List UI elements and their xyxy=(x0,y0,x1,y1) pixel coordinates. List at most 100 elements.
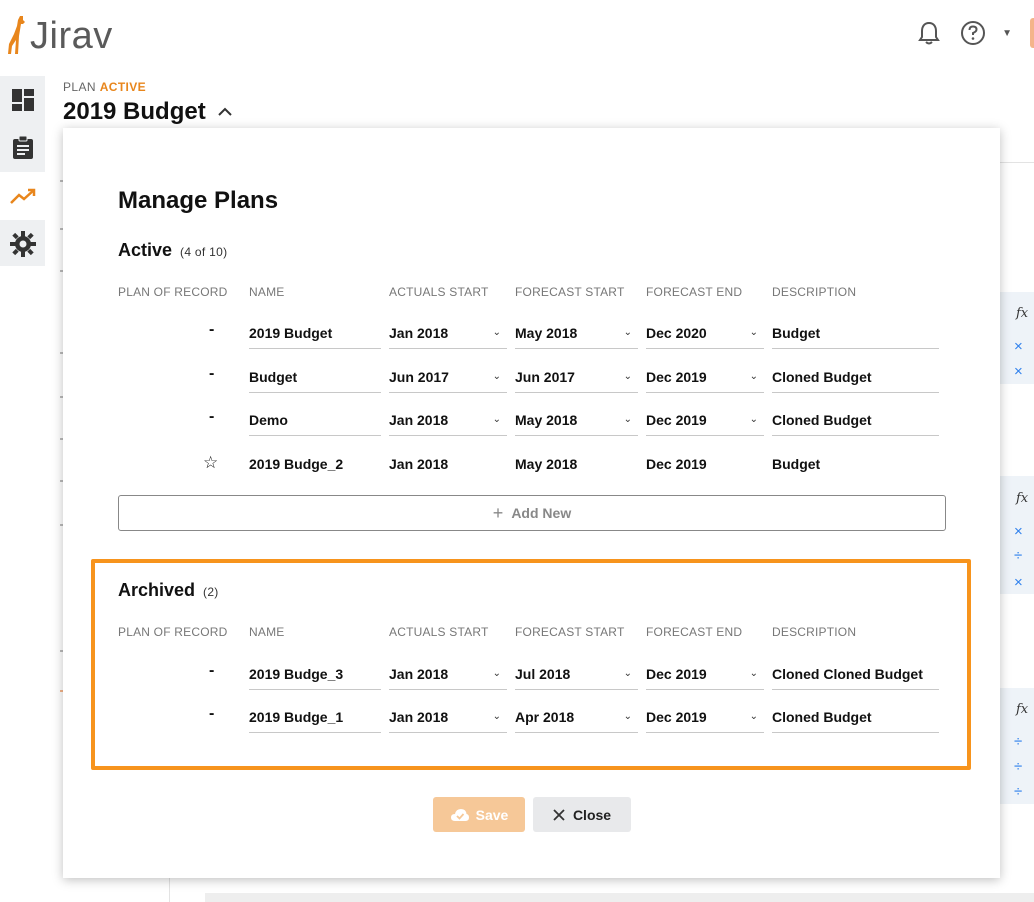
cloud-check-icon xyxy=(450,808,469,821)
giraffe-icon xyxy=(8,16,25,54)
column-header-forecast-end: FORECAST END xyxy=(646,285,743,299)
jirav-logo[interactable]: Jirav xyxy=(6,12,113,56)
description-input[interactable]: Budget xyxy=(772,321,939,349)
column-header-forecast-start: FORECAST START xyxy=(515,625,625,639)
close-button[interactable]: Close xyxy=(533,797,631,832)
actuals-start-select[interactable]: Jan 2018 ⌄ xyxy=(389,662,507,690)
sidebar-item-settings[interactable] xyxy=(0,220,45,268)
forecast-start-select[interactable]: Jun 2017 ⌄ xyxy=(515,365,638,393)
plan-of-record-toggle[interactable]: - xyxy=(209,408,214,426)
forecast-start-select[interactable]: Apr 2018 ⌄ xyxy=(515,705,638,733)
actuals-start-select[interactable]: Jan 2018 ⌄ xyxy=(389,321,507,349)
chevron-down-icon[interactable]: ▼ xyxy=(1002,28,1012,39)
column-header-name: NAME xyxy=(249,285,285,299)
plan-of-record-toggle[interactable]: - xyxy=(209,321,214,339)
sidebar-item-planning[interactable] xyxy=(0,172,45,220)
forecast-end-select[interactable]: Dec 2019 ⌄ xyxy=(646,408,764,436)
divide-icon[interactable]: ÷ xyxy=(1014,758,1022,775)
plan-selector[interactable]: 2019 Budget xyxy=(63,98,232,126)
forecast-start-value: Jun 2017 xyxy=(515,369,575,385)
chevron-down-icon: ⌄ xyxy=(623,668,632,679)
forecast-start-value: Jul 2018 xyxy=(515,666,571,682)
sidebar xyxy=(0,76,45,266)
fx-label: fx xyxy=(1016,702,1029,717)
plan-name-input[interactable]: 2019 Budget xyxy=(249,321,381,349)
plan-name-input[interactable]: 2019 Budge_1 xyxy=(249,705,381,733)
trending-up-icon xyxy=(9,188,35,204)
clipboard-icon xyxy=(12,136,33,159)
chevron-down-icon: ⌄ xyxy=(623,371,632,382)
close-icon xyxy=(553,808,565,821)
chevron-down-icon: ⌄ xyxy=(749,668,758,679)
forecast-end-select[interactable]: Dec 2019 ⌄ xyxy=(646,365,764,393)
star-icon[interactable]: ☆ xyxy=(203,453,218,473)
column-header-description: DESCRIPTION xyxy=(772,285,857,299)
close-label: Close xyxy=(572,806,612,823)
actuals-start-value: Jun 2017 xyxy=(389,369,449,385)
active-label: Active xyxy=(118,240,173,260)
actuals-start-select[interactable]: Jan 2018 ⌄ xyxy=(389,408,507,436)
forecast-end-select[interactable]: Dec 2019 ⌄ xyxy=(646,662,764,690)
column-header-description: DESCRIPTION xyxy=(772,625,857,639)
plus-icon: + xyxy=(492,502,504,523)
forecast-end-value: Dec 2020 xyxy=(646,325,707,341)
description-text: Budget xyxy=(772,456,821,472)
column-header-actuals-start: ACTUALS START xyxy=(389,285,489,299)
plan-name-text: 2019 Budge_2 xyxy=(249,456,344,472)
forecast-start-select[interactable]: Jul 2018 ⌄ xyxy=(515,662,638,690)
plan-of-record-toggle[interactable]: - xyxy=(209,365,214,383)
forecast-end-value: Dec 2019 xyxy=(646,412,707,428)
actuals-start-value: Jan 2018 xyxy=(389,666,449,682)
chevron-down-icon: ⌄ xyxy=(623,711,632,722)
chevron-down-icon: ⌄ xyxy=(749,414,758,425)
forecast-end-select[interactable]: Dec 2019 ⌄ xyxy=(646,705,764,733)
active-section-heading: Active (4 of 10) xyxy=(118,240,227,261)
active-count: (4 of 10) xyxy=(180,245,228,259)
column-header-plan-of-record: PLAN OF RECORD xyxy=(118,625,228,639)
archived-section-heading: Archived (2) xyxy=(118,580,219,601)
forecast-start-select[interactable]: May 2018 ⌄ xyxy=(515,408,638,436)
plan-status: ACTIVE xyxy=(99,80,147,94)
actuals-start-value: Jan 2018 xyxy=(389,325,449,341)
plan-name-input[interactable]: 2019 Budge_3 xyxy=(249,662,381,690)
actuals-start-select[interactable]: Jan 2018 ⌄ xyxy=(389,705,507,733)
sidebar-item-reports[interactable] xyxy=(0,124,45,172)
plan-name-input[interactable]: Demo xyxy=(249,408,381,436)
chevron-down-icon: ⌄ xyxy=(749,711,758,722)
chevron-up-icon[interactable] xyxy=(218,107,232,117)
multiply-icon[interactable]: × xyxy=(1014,574,1023,591)
multiply-icon[interactable]: × xyxy=(1014,523,1023,540)
sidebar-item-dashboard[interactable] xyxy=(0,76,45,124)
divide-icon[interactable]: ÷ xyxy=(1014,783,1022,800)
divide-icon[interactable]: ÷ xyxy=(1014,547,1022,564)
bell-icon[interactable] xyxy=(914,18,944,48)
dashboard-icon xyxy=(11,89,34,111)
plan-prefix: PLAN xyxy=(63,80,96,94)
plan-of-record-toggle[interactable]: - xyxy=(209,662,214,680)
plan-of-record-toggle[interactable]: - xyxy=(209,705,214,723)
chevron-down-icon: ⌄ xyxy=(492,711,501,722)
fx-label: fx xyxy=(1016,306,1029,321)
actuals-start-value: Jan 2018 xyxy=(389,412,449,428)
forecast-end-select[interactable]: Dec 2020 ⌄ xyxy=(646,321,764,349)
chevron-down-icon: ⌄ xyxy=(749,327,758,338)
plan-name-input[interactable]: Budget xyxy=(249,365,381,393)
forecast-start-select[interactable]: May 2018 ⌄ xyxy=(515,321,638,349)
multiply-icon[interactable]: × xyxy=(1014,338,1023,355)
description-input[interactable]: Cloned Cloned Budget xyxy=(772,662,939,690)
multiply-icon[interactable]: × xyxy=(1014,363,1023,380)
user-menu-tab[interactable] xyxy=(1030,18,1034,48)
archived-count: (2) xyxy=(203,585,219,599)
save-button[interactable]: Save xyxy=(433,797,525,832)
description-input[interactable]: Cloned Budget xyxy=(772,408,939,436)
forecast-start-value: May 2018 xyxy=(515,325,578,341)
description-input[interactable]: Cloned Budget xyxy=(772,365,939,393)
divide-icon[interactable]: ÷ xyxy=(1014,733,1022,750)
add-new-plan-button[interactable]: + Add New xyxy=(118,495,946,531)
actuals-start-select[interactable]: Jun 2017 ⌄ xyxy=(389,365,507,393)
column-header-actuals-start: ACTUALS START xyxy=(389,625,489,639)
description-input[interactable]: Cloned Budget xyxy=(772,705,939,733)
help-icon[interactable] xyxy=(958,18,988,48)
save-label: Save xyxy=(475,806,509,823)
gear-icon xyxy=(9,231,36,257)
